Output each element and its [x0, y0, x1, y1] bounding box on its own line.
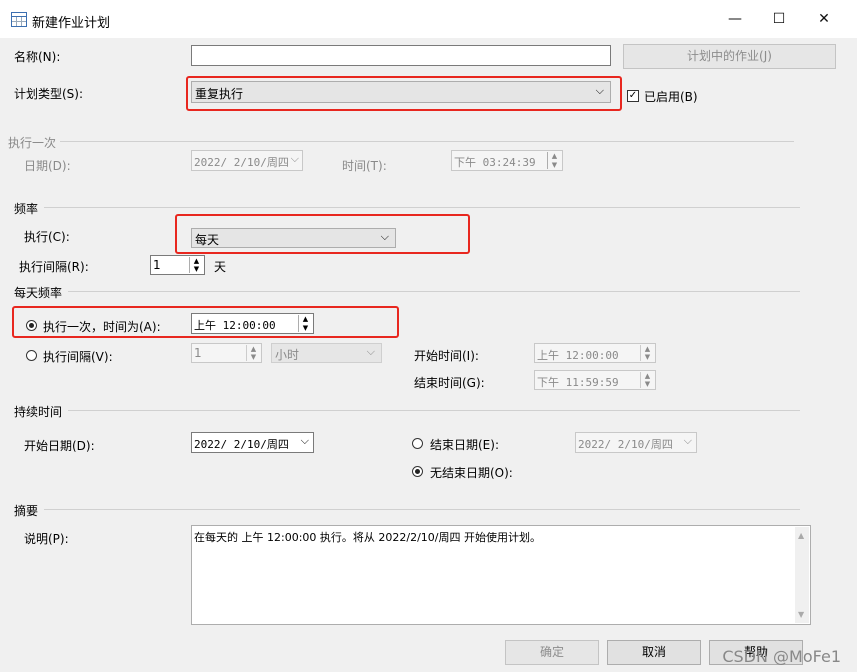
scroll-up-icon[interactable]: ▲: [798, 531, 804, 540]
ok-button[interactable]: 确定: [505, 640, 599, 665]
spin-arrows-icon[interactable]: ▲ ▼: [640, 372, 654, 388]
no-end-date-label: 无结束日期(O):: [430, 466, 513, 480]
chevron-down-icon: ⌵: [300, 434, 309, 447]
name-input[interactable]: [191, 45, 611, 66]
daily-every-spinner[interactable]: 1 ▲ ▼: [191, 343, 262, 363]
daily-every-radio[interactable]: [26, 350, 37, 361]
description-textarea[interactable]: 在每天的 上午 12:00:00 执行。将从 2022/2/10/周四 开始使用…: [191, 525, 811, 625]
end-date-picker[interactable]: 2022/ 2/10/周四 ⌵: [575, 432, 697, 453]
section-frequency: 频率: [14, 200, 45, 217]
chevron-down-icon: ⌵: [683, 434, 692, 447]
highlight-box: [186, 76, 622, 111]
spin-arrows-icon[interactable]: ▲ ▼: [640, 345, 654, 361]
recurs-unit: 天: [214, 260, 227, 274]
once-date-label: 日期(D):: [24, 159, 71, 173]
jobs-in-schedule-button[interactable]: 计划中的作业(J): [623, 44, 836, 69]
daily-every-value: 1: [194, 346, 202, 360]
spin-arrows-icon[interactable]: ▲ ▼: [547, 152, 561, 169]
divider: [60, 141, 794, 142]
divider: [68, 291, 800, 292]
watermark: CSDN @MoFe1: [722, 647, 841, 666]
end-date-value: 2022/ 2/10/周四: [578, 438, 673, 451]
once-time-label: 时间(T):: [342, 159, 387, 173]
daily-every-unit-select[interactable]: 小时 ⌵: [271, 343, 382, 363]
section-one-time: 执行一次: [8, 134, 63, 151]
title-bar: 新建作业计划 — ☐ ✕: [0, 0, 857, 38]
occurs-label: 执行(C):: [24, 230, 70, 244]
close-button[interactable]: ✕: [801, 4, 847, 34]
recurs-value: 1: [153, 258, 161, 272]
chevron-down-icon: ⌵: [366, 345, 375, 358]
no-end-date-radio[interactable]: [412, 466, 423, 477]
end-date-radio[interactable]: [412, 438, 423, 449]
description-label: 说明(P):: [24, 532, 69, 546]
chevron-down-icon: ⌵: [290, 152, 299, 165]
calendar-grid-icon: [11, 12, 27, 27]
enabled-label: 已启用(B): [644, 90, 698, 104]
end-time-spinner[interactable]: 下午 11:59:59 ▲ ▼: [534, 370, 656, 390]
start-date-value: 2022/ 2/10/周四: [194, 438, 289, 451]
section-summary: 摘要: [14, 502, 45, 519]
once-time-spinner[interactable]: 下午 03:24:39 ▲ ▼: [451, 150, 563, 171]
divider: [44, 509, 800, 510]
recurs-label: 执行间隔(R):: [19, 260, 89, 274]
start-time-spinner[interactable]: 上午 12:00:00 ▲ ▼: [534, 343, 656, 363]
section-duration: 持续时间: [14, 403, 69, 420]
daily-every-label: 执行间隔(V):: [43, 350, 113, 364]
schedule-dialog: 新建作业计划 — ☐ ✕ 名称(N): 计划中的作业(J) 计划类型(S): 重…: [0, 0, 857, 672]
divider: [44, 207, 800, 208]
recurs-spinner[interactable]: 1 ▲ ▼: [150, 255, 205, 275]
start-date-label: 开始日期(D):: [24, 439, 95, 453]
maximize-button[interactable]: ☐: [756, 4, 802, 34]
end-time-label: 结束时间(G):: [414, 376, 485, 390]
start-time-value: 上午 12:00:00: [537, 349, 619, 362]
description-value: 在每天的 上午 12:00:00 执行。将从 2022/2/10/周四 开始使用…: [194, 531, 541, 544]
start-date-picker[interactable]: 2022/ 2/10/周四 ⌵: [191, 432, 314, 453]
once-date-picker[interactable]: 2022/ 2/10/周四 ⌵: [191, 150, 303, 171]
name-label: 名称(N):: [14, 50, 61, 64]
start-time-label: 开始时间(I):: [414, 349, 479, 363]
highlight-box: [175, 214, 470, 254]
cancel-button[interactable]: 取消: [607, 640, 701, 665]
once-time-value: 下午 03:24:39: [454, 156, 536, 169]
spin-arrows-icon[interactable]: ▲ ▼: [246, 345, 260, 361]
scrollbar[interactable]: ▲ ▼: [795, 527, 809, 623]
divider: [68, 410, 800, 411]
section-daily-frequency: 每天频率: [14, 284, 69, 301]
schedule-type-label: 计划类型(S):: [14, 87, 84, 101]
scroll-down-icon[interactable]: ▼: [798, 610, 804, 619]
spin-arrows-icon[interactable]: ▲ ▼: [189, 257, 203, 273]
daily-every-unit-value: 小时: [275, 348, 300, 362]
end-date-label: 结束日期(E):: [430, 438, 499, 452]
end-time-value: 下午 11:59:59: [537, 376, 619, 389]
highlight-box: [12, 306, 399, 338]
once-date-value: 2022/ 2/10/周四: [194, 156, 289, 169]
enabled-checkbox[interactable]: ✓: [627, 90, 639, 102]
minimize-button[interactable]: —: [712, 4, 758, 34]
window-title: 新建作业计划: [32, 16, 111, 31]
